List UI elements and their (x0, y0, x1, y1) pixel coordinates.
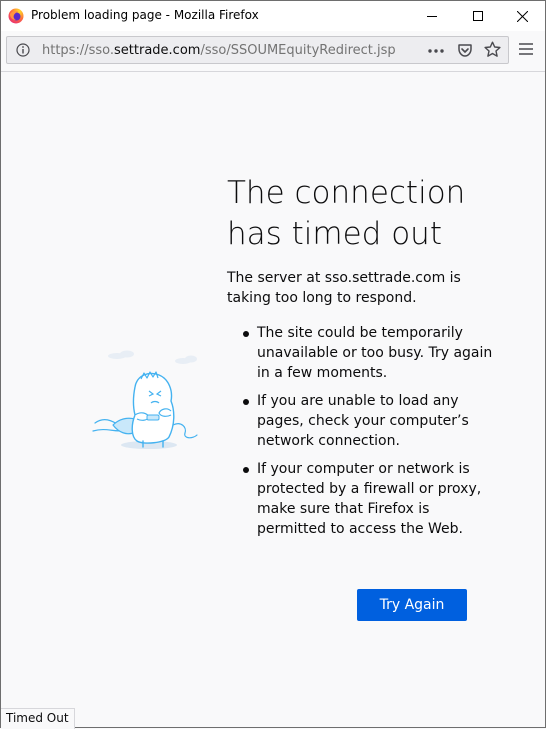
maximize-button[interactable] (455, 1, 501, 31)
try-again-button[interactable]: Try Again (357, 589, 467, 621)
status-bar: Timed Out (1, 708, 75, 729)
list-item: The site could be temporarily unavailabl… (243, 323, 497, 383)
url-bar[interactable]: https://sso.settrade.com/sso/SSOUMEquity… (6, 36, 509, 64)
close-button[interactable] (499, 1, 545, 31)
hamburger-menu-icon[interactable] (519, 43, 533, 55)
url-text[interactable]: https://sso.settrade.com/sso/SSOUMEquity… (42, 43, 396, 58)
bookmark-star-icon[interactable] (484, 41, 501, 58)
window-title: Problem loading page - Mozilla Firefox (31, 8, 259, 22)
url-host: settrade.com (114, 43, 201, 58)
pocket-icon[interactable] (457, 42, 473, 58)
list-item: If your computer or network is protected… (243, 459, 497, 539)
firefox-logo-icon (8, 8, 24, 24)
error-title: The connection has timed out (227, 175, 466, 252)
minimize-icon (427, 16, 437, 17)
info-icon[interactable] (16, 43, 30, 57)
list-item: If you are unable to load any pages, che… (243, 391, 497, 451)
url-prefix: https://sso. (42, 43, 115, 58)
error-tips-list: The site could be temporarily unavailabl… (227, 323, 497, 547)
maximize-icon (473, 11, 483, 21)
error-description: The server at sso.settrade.com is taking… (227, 270, 461, 306)
close-icon (516, 10, 528, 22)
navigation-toolbar: https://sso.settrade.com/sso/SSOUMEquity… (1, 31, 545, 72)
timeout-dinosaur-illustration (92, 350, 198, 449)
title-bar: Problem loading page - Mozilla Firefox (1, 1, 545, 31)
page-actions-icon[interactable] (428, 49, 444, 53)
minimize-button[interactable] (409, 1, 455, 31)
browser-window: Problem loading page - Mozilla Firefox h… (0, 0, 546, 729)
url-path: /sso/SSOUMEquityRedirect.jsp (200, 43, 396, 58)
